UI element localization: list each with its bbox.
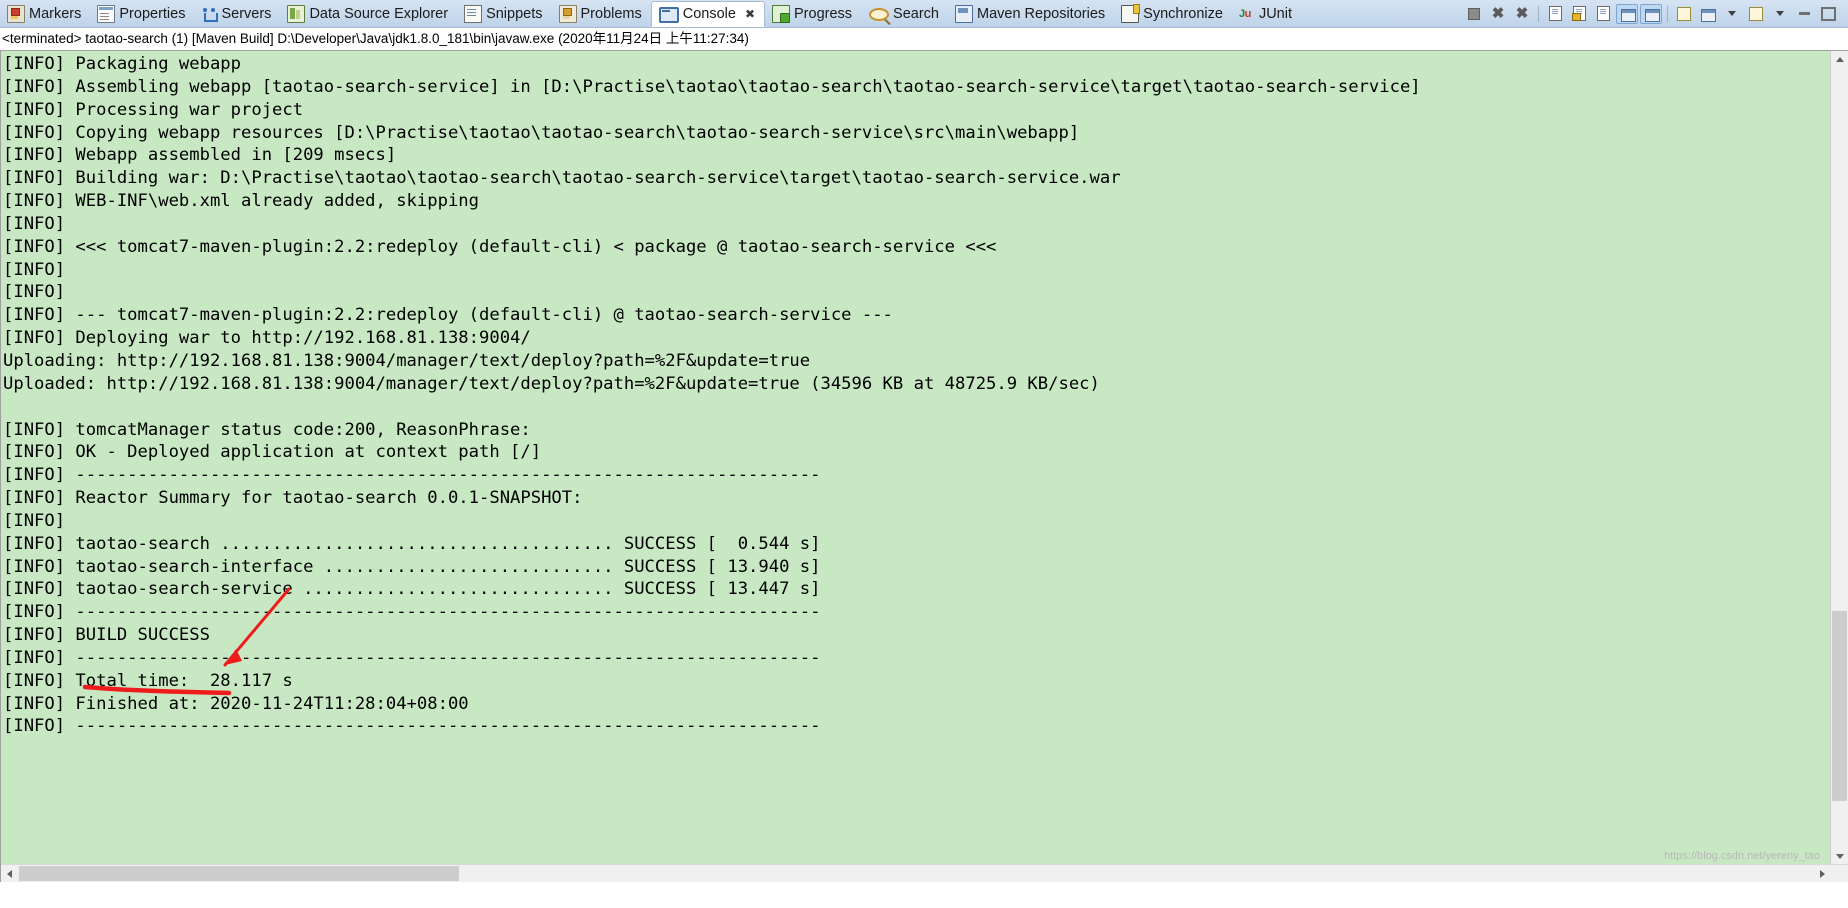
tab-progress[interactable]: Progress [765,0,861,27]
datasource-icon [287,4,306,23]
show-console-on-output-icon[interactable] [1616,3,1638,24]
console-line: [INFO] ---------------------------------… [3,602,821,623]
console-line: [INFO] [3,510,76,531]
tab-label: Console [682,6,736,22]
console-line: [INFO] Total time: 28.117 s [3,670,293,691]
console-line: [INFO] BUILD SUCCESS [3,625,210,646]
console-line: [INFO] [3,213,76,234]
horizontal-scrollbar-thumb[interactable] [19,866,459,881]
console-view-toolbar: ✖ ✖ [1462,0,1846,27]
console-line: [INFO] Webapp assembled in [209 msecs] [3,145,397,166]
console-line: [INFO] taotao-search-service ...........… [3,579,821,600]
tab-maven-repositories[interactable]: Maven Repositories [948,0,1114,27]
console-line: Uploaded: http://192.168.81.138:9004/man… [3,373,1100,394]
open-console-menu-icon[interactable] [1769,4,1791,24]
tab-data-source-explorer[interactable]: Data Source Explorer [280,0,457,27]
console-line: [INFO] taotao-search ...................… [3,533,821,554]
vertical-scrollbar-thumb[interactable] [1832,611,1847,801]
junit-icon: Ju [1238,7,1251,20]
console-line: [INFO] [3,259,76,280]
tab-label: Snippets [486,5,543,22]
tab-label: Servers [221,5,272,22]
tab-junit[interactable]: Ju JUnit [1232,0,1301,27]
console-line: [INFO] Processing war project [3,99,304,120]
word-wrap-icon[interactable] [1592,4,1614,24]
properties-icon [97,4,116,23]
horizontal-scrollbar[interactable] [1,864,1848,882]
toolbar-separator [1667,5,1668,22]
display-selected-console-icon[interactable] [1697,4,1719,24]
console-line: [INFO] Packaging webapp [3,54,241,74]
tab-properties[interactable]: Properties [90,0,194,27]
tab-search[interactable]: Search [861,0,948,27]
console-line: [INFO] ---------------------------------… [3,465,821,486]
tab-label: Markers [29,5,82,22]
console-line: [INFO] ---------------------------------… [3,647,821,668]
console-line: [INFO] Building war: D:\Practise\taotao\… [3,168,1121,189]
scroll-down-icon[interactable] [1831,848,1848,865]
console-line: [INFO] tomcatManager status code:200, Re… [3,419,531,440]
close-icon[interactable]: ✖ [745,7,755,21]
console-line: [INFO] ---------------------------------… [3,716,821,737]
progress-icon [772,4,791,23]
remove-launch-icon[interactable]: ✖ [1487,4,1509,24]
console-line: [INFO] OK - Deployed application at cont… [3,442,542,463]
console-line: [INFO] Reactor Summary for taotao-search… [3,488,583,509]
tab-synchronize[interactable]: Synchronize [1114,0,1232,27]
tab-problems[interactable]: Problems [552,0,651,27]
console-process-header: <terminated> taotao-search (1) [Maven Bu… [0,28,1848,50]
console-line: Uploading: http://192.168.81.138:9004/ma… [3,350,811,371]
marker-icon [7,4,25,23]
maximize-icon[interactable] [1817,4,1839,24]
terminate-icon[interactable] [1463,4,1485,24]
tab-label: JUnit [1258,5,1292,22]
vertical-scrollbar[interactable] [1830,51,1848,865]
console-line: [INFO] WEB-INF\web.xml already added, sk… [3,191,479,212]
watermark-text: https://blog.csdn.net/yereny_tao [1664,850,1820,862]
search-icon [869,7,890,21]
open-console-icon[interactable] [1745,4,1767,24]
tab-label: Problems [580,5,642,22]
console-line: [INFO] --- tomcat7-maven-plugin:2.2:rede… [3,305,893,326]
console-line: [INFO] [3,282,76,303]
toolbar-separator [1538,5,1539,22]
view-tab-bar: Markers Properties Servers Data Source E… [0,0,1848,28]
clear-console-icon[interactable] [1544,4,1566,24]
problems-icon [558,4,577,23]
minimize-icon[interactable] [1793,4,1815,24]
scroll-up-icon[interactable] [1831,51,1848,68]
console-line: [INFO] Finished at: 2020-11-24T11:28:04+… [3,693,469,714]
tab-snippets[interactable]: Snippets [457,0,551,27]
console-output[interactable]: [INFO] Packaging webapp [INFO] Assembling… [1,51,1831,882]
remove-all-terminated-icon[interactable]: ✖ [1511,4,1533,24]
scrollbar-corner [1831,865,1848,882]
tab-label: Maven Repositories [977,5,1106,22]
tab-label: Data Source Explorer [309,5,449,22]
console-line: [INFO] Deploying war to http://192.168.8… [3,328,531,349]
console-icon [658,7,679,23]
console-line: [INFO] <<< tomcat7-maven-plugin:2.2:rede… [3,236,997,257]
show-console-on-error-icon[interactable] [1640,3,1662,24]
tab-label: Search [893,5,939,22]
console-panel: [INFO] Packaging webapp [INFO] Assembling… [0,50,1848,882]
console-line: [INFO] Assembling webapp [taotao-search-… [3,76,1421,97]
console-line: [INFO] Copying webapp resources [D:\Prac… [3,122,1080,143]
servers-icon [201,6,219,22]
tab-servers[interactable]: Servers [194,0,280,27]
snippets-icon [464,4,483,23]
tab-label: Synchronize [1143,5,1223,22]
sync-icon [1121,3,1141,23]
tab-label: Progress [794,5,853,22]
console-line: [INFO] taotao-search-interface .........… [3,556,821,577]
maven-icon [955,4,973,23]
tab-markers[interactable]: Markers [0,0,90,27]
tab-console[interactable]: Console ✖ [650,1,766,27]
tab-label: Properties [119,5,186,22]
display-selected-console-menu-icon[interactable] [1721,4,1743,24]
scroll-right-icon[interactable] [1814,865,1831,882]
scroll-lock-icon[interactable] [1568,4,1590,24]
scroll-left-icon[interactable] [1,865,18,882]
pin-console-icon[interactable] [1673,4,1695,24]
